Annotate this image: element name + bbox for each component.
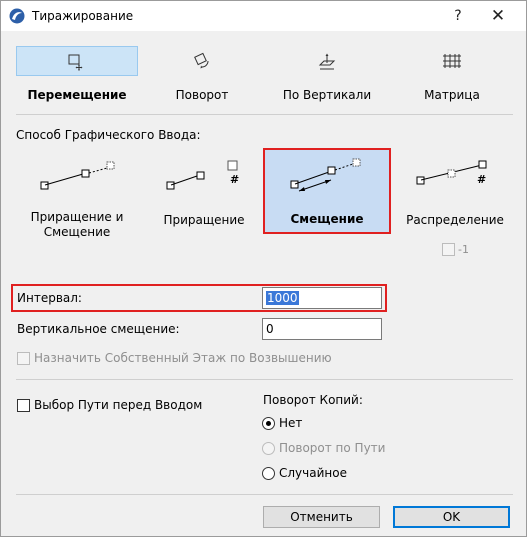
rotation-along-path-label: Поворот по Пути (279, 441, 386, 455)
archicad-app-icon (9, 8, 25, 24)
divider (16, 379, 513, 380)
window-title: Тиражирование (32, 9, 134, 23)
help-button[interactable]: ? (438, 4, 478, 28)
mode-label-vertical: По Вертикали (282, 88, 372, 102)
rotation-none-label: Нет (279, 416, 303, 430)
vertical-offset-label: Вертикальное смещение: (17, 322, 180, 336)
mode-tab-rotate[interactable] (141, 46, 263, 76)
input-method-label: Способ Графического Ввода: (16, 128, 201, 142)
close-button[interactable]: ✕ (478, 4, 518, 28)
mode-label-rotate: Поворот (175, 88, 229, 102)
vertical-offset-value: 0 (266, 322, 274, 336)
method-label-offset: Смещение (290, 212, 364, 226)
rotation-random-label: Случайное (279, 466, 347, 480)
divider (16, 114, 513, 115)
ok-button[interactable]: OK (393, 506, 510, 528)
distribute-minus-one-label: -1 (458, 243, 469, 256)
method-label-increment-and-offset: Приращение и Смещение (25, 210, 129, 240)
title-bar: Тиражирование ? ✕ (1, 1, 526, 31)
interval-input[interactable]: 1000 (262, 287, 382, 309)
matrix-icon (443, 54, 461, 68)
select-path-label: Выбор Пути перед Вводом (34, 398, 203, 412)
vertical-offset-input[interactable]: 0 (262, 318, 382, 340)
mode-tab-matrix[interactable] (391, 46, 513, 76)
svg-text:#: # (477, 173, 486, 186)
mode-tab-vertical[interactable] (266, 46, 388, 76)
cancel-button[interactable]: Отменить (263, 506, 380, 528)
assign-story-checkbox[interactable] (17, 352, 30, 365)
rotation-label: Поворот Копий: (263, 393, 363, 407)
rotation-random-radio[interactable] (262, 467, 275, 480)
method-label-line1: Приращение и (30, 210, 124, 224)
svg-text:#: # (230, 173, 239, 186)
divider (16, 494, 513, 495)
mode-tab-move[interactable] (16, 46, 138, 76)
elevate-icon (318, 53, 336, 70)
rotation-none-radio[interactable] (262, 417, 275, 430)
tiling-dialog: Тиражирование ? ✕ Перемещение Поворот По… (0, 0, 527, 537)
input-method-offset[interactable]: Смещение (263, 148, 391, 234)
interval-value: 1000 (266, 291, 299, 305)
interval-label: Интервал: (17, 291, 82, 305)
mode-label-matrix: Матрица (424, 88, 480, 102)
select-path-checkbox[interactable] (17, 399, 30, 412)
rotate-icon (194, 52, 209, 69)
mode-label-move: Перемещение (27, 88, 127, 102)
method-label-line2: Смещение (43, 225, 111, 239)
distribute-minus-one-checkbox[interactable] (442, 243, 455, 256)
method-label-distribute: Распределение (406, 213, 504, 227)
assign-story-label: Назначить Собственный Этаж по Возвышению (34, 351, 332, 365)
move-icon (68, 54, 83, 71)
method-label-increment: Приращение (163, 213, 245, 227)
rotation-along-path-radio[interactable] (262, 442, 275, 455)
